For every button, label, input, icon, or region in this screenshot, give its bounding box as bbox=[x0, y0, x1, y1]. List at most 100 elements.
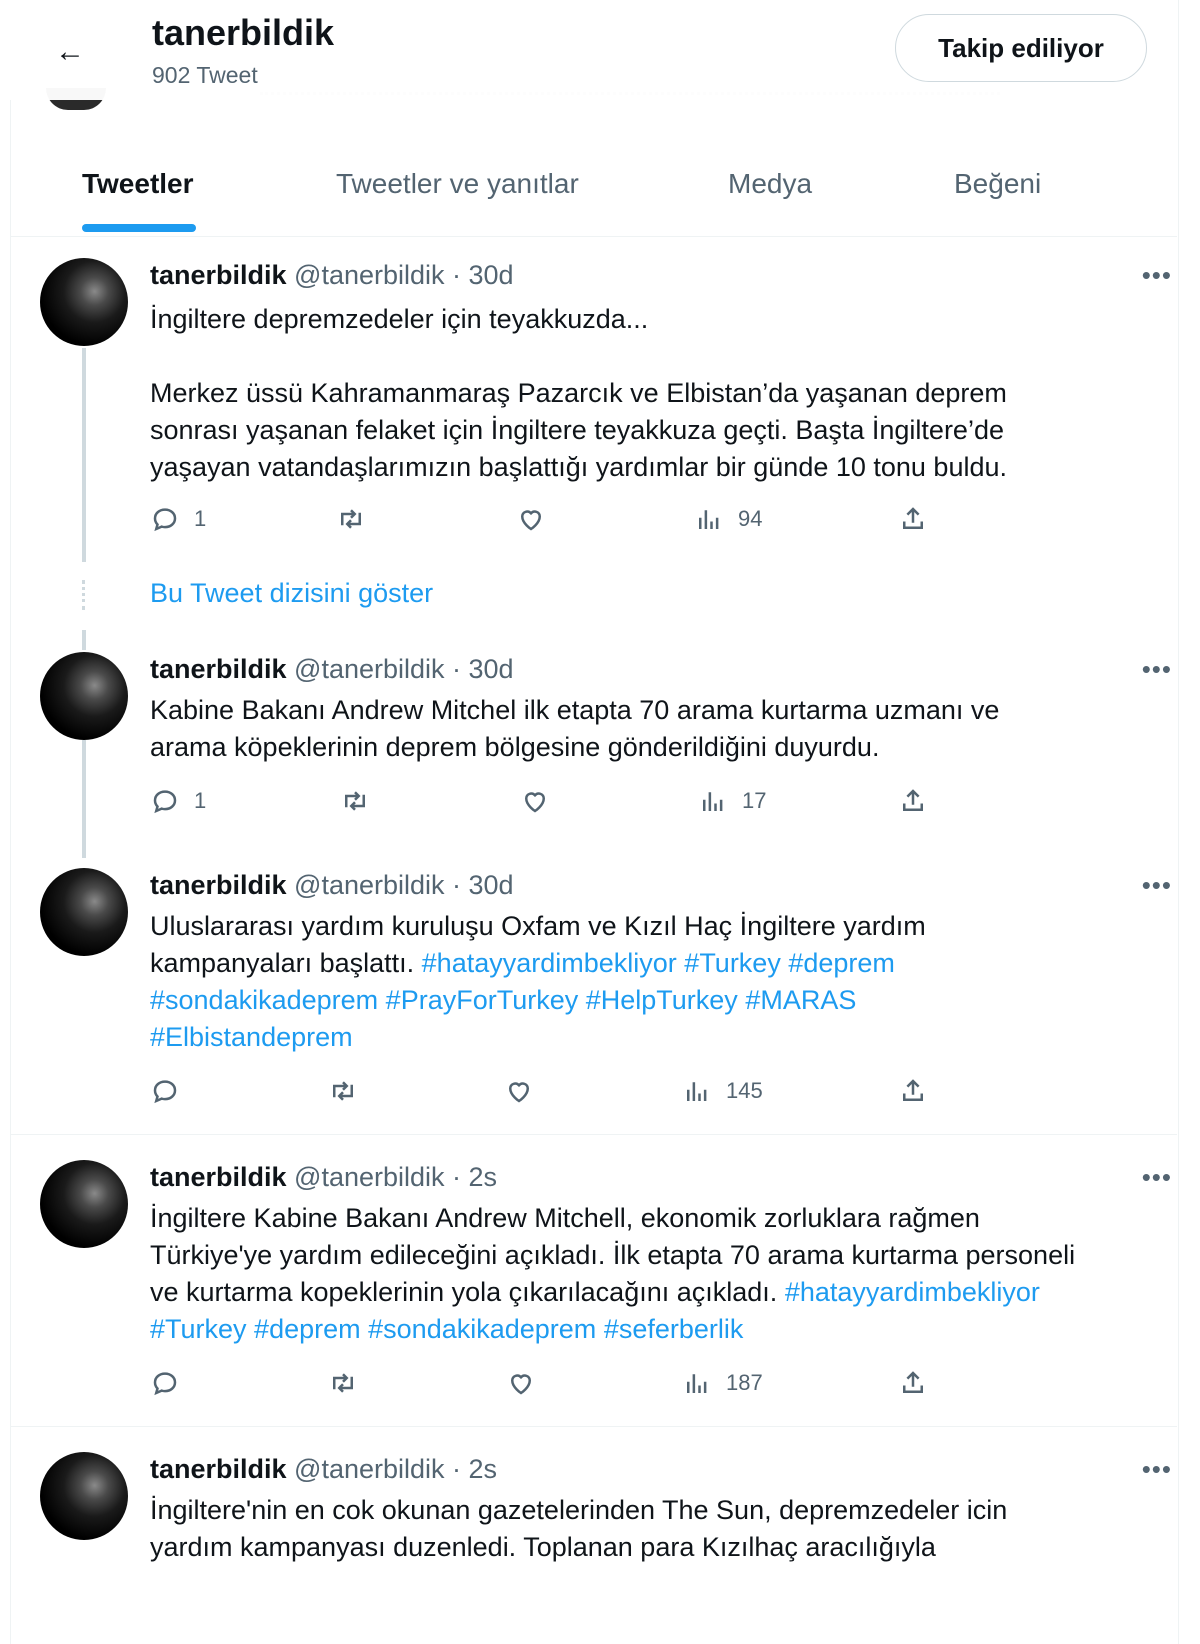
retweet-icon bbox=[341, 509, 361, 529]
back-button[interactable]: ← bbox=[48, 30, 92, 74]
reply-button[interactable]: 1 bbox=[150, 504, 206, 534]
share-button[interactable] bbox=[898, 786, 928, 816]
tweet-actions: 187 bbox=[150, 1368, 970, 1408]
views-count: 17 bbox=[742, 788, 767, 813]
share-button[interactable] bbox=[898, 504, 928, 534]
reply-button[interactable] bbox=[150, 1076, 194, 1106]
retweet-icon bbox=[333, 1373, 353, 1393]
tweet-author-name[interactable]: tanerbildik bbox=[150, 870, 287, 900]
views-count: 94 bbox=[738, 506, 763, 531]
hashtag-link[interactable]: #seferberlik bbox=[604, 1314, 744, 1344]
reply-icon bbox=[153, 1372, 177, 1396]
views-icon bbox=[699, 510, 719, 529]
more-icon[interactable]: ••• bbox=[1142, 1162, 1172, 1193]
hashtag-link[interactable]: #Turkey bbox=[684, 948, 781, 978]
avatar[interactable] bbox=[40, 1452, 128, 1540]
views-button[interactable]: 94 bbox=[694, 504, 762, 534]
tweet-meta[interactable]: @tanerbildik · 2s bbox=[294, 1454, 497, 1484]
profile-header: ← tanerbildik 902 Tweet Takip ediliyor bbox=[10, 0, 1177, 100]
reply-count: 1 bbox=[194, 506, 207, 531]
share-button[interactable] bbox=[898, 1368, 928, 1398]
retweet-button[interactable] bbox=[340, 786, 370, 816]
share-icon bbox=[903, 789, 923, 811]
views-button[interactable]: 187 bbox=[682, 1368, 763, 1398]
views-button[interactable]: 17 bbox=[698, 786, 766, 816]
tab-tweets[interactable]: Tweetler bbox=[82, 168, 194, 200]
like-button[interactable] bbox=[520, 786, 550, 816]
avatar[interactable] bbox=[40, 258, 128, 346]
arrow-left-icon: ← bbox=[55, 35, 85, 68]
active-tab-indicator bbox=[82, 224, 196, 232]
tab-likes[interactable]: Beğeni bbox=[954, 168, 1041, 200]
tweet-text: İngiltere'nin en cok okunan gazetelerind… bbox=[150, 1495, 1008, 1562]
tweet-meta[interactable]: @tanerbildik · 2s bbox=[294, 1162, 497, 1192]
reply-button[interactable] bbox=[150, 1368, 194, 1398]
tweet-author-name[interactable]: tanerbildik bbox=[150, 654, 287, 684]
tweet-text: İngiltere depremzedeler için teyakkuzda.… bbox=[150, 301, 1080, 486]
like-button[interactable] bbox=[506, 1368, 536, 1398]
hashtag-link[interactable]: #HelpTurkey bbox=[586, 985, 738, 1015]
tweet-text-line: İngiltere depremzedeler için teyakkuzda.… bbox=[150, 304, 649, 334]
tweet-header: tanerbildik @tanerbildik · 30d bbox=[150, 260, 514, 291]
thread-line bbox=[82, 740, 86, 858]
thread-line bbox=[82, 630, 86, 650]
share-icon bbox=[903, 507, 923, 529]
tweet-header: tanerbildik @tanerbildik · 2s bbox=[150, 1454, 497, 1485]
retweet-icon bbox=[345, 791, 365, 811]
more-icon[interactable]: ••• bbox=[1142, 260, 1172, 291]
more-icon[interactable]: ••• bbox=[1142, 870, 1172, 901]
tab-media[interactable]: Medya bbox=[728, 168, 812, 200]
views-icon bbox=[687, 1374, 707, 1393]
heart-icon bbox=[520, 510, 542, 531]
heart-icon bbox=[524, 792, 546, 813]
hashtag-link[interactable]: #Turkey bbox=[150, 1314, 247, 1344]
views-count: 145 bbox=[726, 1078, 763, 1103]
avatar[interactable] bbox=[40, 868, 128, 956]
avatar[interactable] bbox=[40, 652, 128, 740]
views-icon bbox=[687, 1082, 707, 1101]
retweet-button[interactable] bbox=[328, 1368, 358, 1398]
hashtag-link[interactable]: #Elbistandeprem bbox=[150, 1022, 353, 1052]
tweet-text: Uluslararası yardım kuruluşu Oxfam ve Kı… bbox=[150, 908, 970, 1056]
reply-count: 1 bbox=[194, 788, 207, 813]
avatar[interactable] bbox=[40, 1160, 128, 1248]
tweet-author-name[interactable]: tanerbildik bbox=[150, 260, 287, 290]
share-icon bbox=[903, 1371, 923, 1393]
views-icon bbox=[703, 792, 723, 811]
like-button[interactable] bbox=[516, 504, 546, 534]
retweet-button[interactable] bbox=[328, 1076, 358, 1106]
hashtag-link[interactable]: #hatayyardimbekliyor bbox=[785, 1277, 1040, 1307]
tweet-author-name[interactable]: tanerbildik bbox=[150, 1454, 287, 1484]
tweet-text: Kabine Bakanı Andrew Mitchel ilk etapta … bbox=[150, 695, 1000, 762]
retweet-button[interactable] bbox=[336, 504, 366, 534]
like-button[interactable] bbox=[504, 1076, 534, 1106]
heart-icon bbox=[510, 1374, 532, 1395]
more-icon[interactable]: ••• bbox=[1142, 654, 1172, 685]
tab-tweets-replies[interactable]: Tweetler ve yanıtlar bbox=[336, 168, 579, 200]
hashtag-link[interactable]: #sondakikadeprem bbox=[150, 985, 378, 1015]
hashtag-link[interactable]: #deprem bbox=[788, 948, 895, 978]
tweet-text-blank bbox=[150, 338, 1080, 375]
reply-button[interactable]: 1 bbox=[150, 786, 206, 816]
more-icon[interactable]: ••• bbox=[1142, 1454, 1172, 1485]
hashtag-link[interactable]: #PrayForTurkey bbox=[386, 985, 579, 1015]
tweet-author-name[interactable]: tanerbildik bbox=[150, 1162, 287, 1192]
views-button[interactable]: 145 bbox=[682, 1076, 763, 1106]
following-button[interactable]: Takip ediliyor bbox=[895, 14, 1147, 82]
tweet-meta[interactable]: @tanerbildik · 30d bbox=[294, 870, 514, 900]
tweet-divider bbox=[10, 1426, 1177, 1427]
tweet-count: 902 Tweet bbox=[152, 62, 258, 88]
tweet-meta[interactable]: @tanerbildik · 30d bbox=[294, 654, 514, 684]
hashtag-link[interactable]: #deprem bbox=[254, 1314, 361, 1344]
share-button[interactable] bbox=[898, 1076, 928, 1106]
reply-icon bbox=[153, 508, 177, 532]
reply-icon bbox=[153, 1080, 177, 1104]
tweet-header: tanerbildik @tanerbildik · 2s bbox=[150, 1162, 497, 1193]
profile-tabs: Tweetler Tweetler ve yanıtlar Medya Beğe… bbox=[10, 140, 1177, 237]
tweet-meta[interactable]: @tanerbildik · 30d bbox=[294, 260, 514, 290]
hashtag-link[interactable]: #MARAS bbox=[745, 985, 856, 1015]
profile-name: tanerbildik bbox=[152, 12, 335, 53]
show-thread-link[interactable]: Bu Tweet dizisini göster bbox=[150, 578, 433, 609]
hashtag-link[interactable]: #hatayyardimbekliyor bbox=[422, 948, 677, 978]
hashtag-link[interactable]: #sondakikadeprem bbox=[368, 1314, 596, 1344]
